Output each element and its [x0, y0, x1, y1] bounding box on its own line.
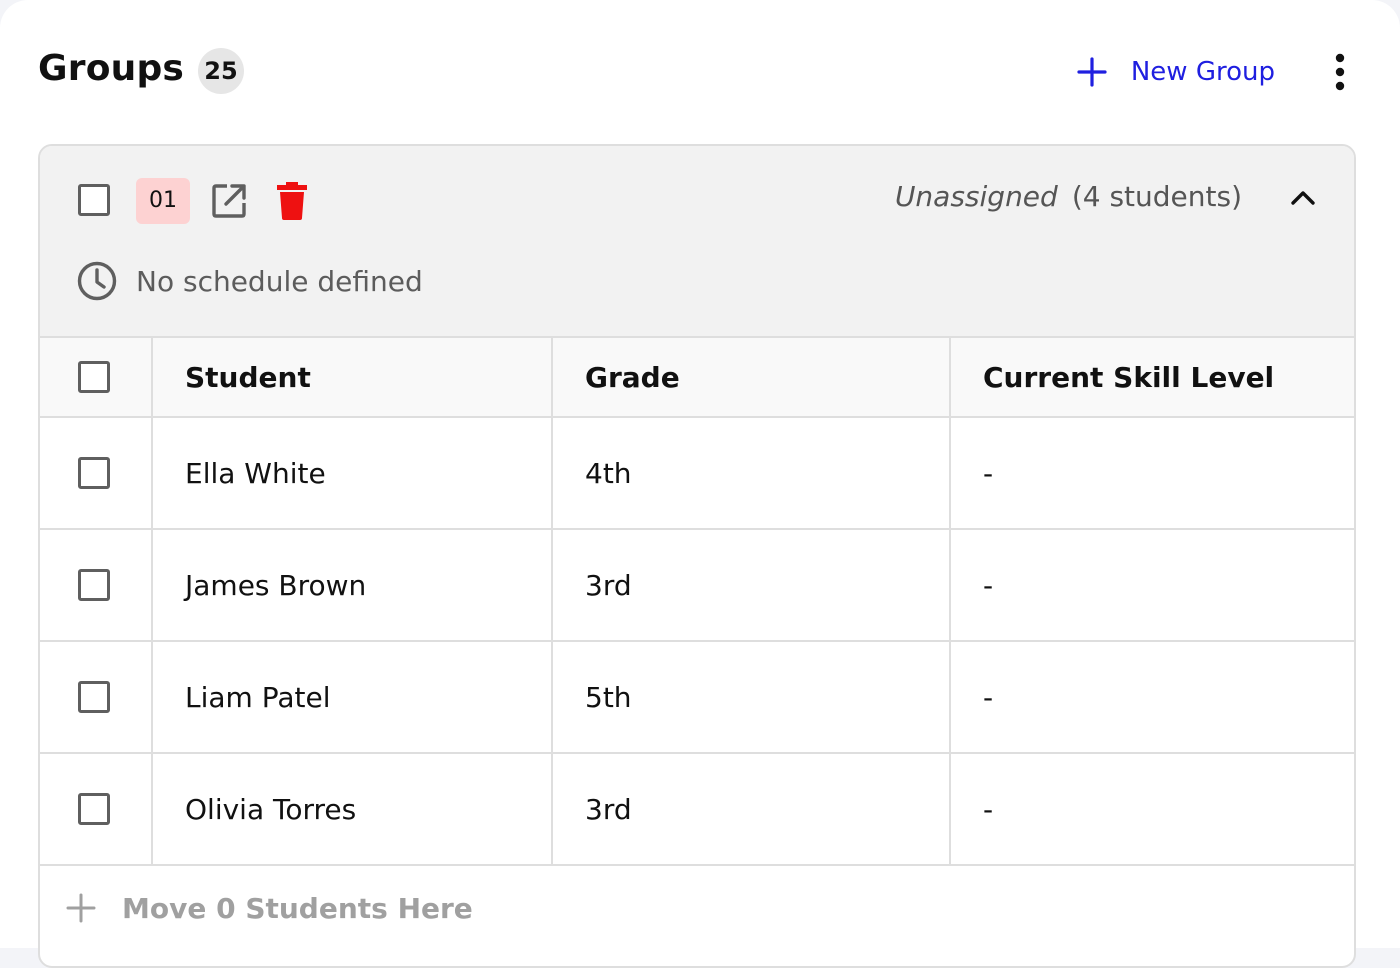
trash-icon[interactable]: [276, 182, 308, 220]
page-title: Groups: [38, 48, 185, 89]
select-all-checkbox[interactable]: [78, 361, 110, 393]
table-header-row: Student Grade Current Skill Level: [40, 336, 1354, 418]
chevron-up-icon[interactable]: [1290, 188, 1316, 206]
group-card: 01 Unassigned (4 students) No schedule d…: [38, 144, 1356, 968]
column-header-student[interactable]: Student: [152, 336, 553, 418]
plus-icon: [66, 893, 96, 923]
skill-level-cell: -: [950, 753, 1354, 866]
student-name-cell: Olivia Torres: [152, 753, 553, 866]
schedule-info: No schedule defined: [76, 260, 423, 302]
table-row[interactable]: Liam Patel 5th -: [40, 641, 1354, 754]
row-checkbox[interactable]: [78, 457, 110, 489]
students-table: Student Grade Current Skill Level Ella W…: [40, 336, 1354, 866]
plus-icon: [1077, 57, 1107, 87]
row-checkbox[interactable]: [78, 793, 110, 825]
grade-cell: 3rd: [552, 529, 951, 642]
table-row[interactable]: James Brown 3rd -: [40, 529, 1354, 642]
assignment-info: Unassigned (4 students): [895, 180, 1242, 213]
groups-header: Groups 25 New Group: [38, 46, 1352, 102]
external-link-icon[interactable]: [210, 182, 248, 220]
row-checkbox[interactable]: [78, 681, 110, 713]
group-number-badge: 01: [136, 178, 190, 224]
student-name-cell: Liam Patel: [152, 641, 553, 754]
student-name-cell: Ella White: [152, 417, 553, 530]
move-students-label: Move 0 Students Here: [122, 891, 473, 925]
assignment-status: Unassigned: [894, 180, 1058, 213]
column-header-grade[interactable]: Grade: [552, 336, 951, 418]
new-group-label: New Group: [1130, 57, 1275, 87]
student-count: (4 students): [1071, 180, 1242, 213]
schedule-text: No schedule defined: [136, 264, 423, 298]
skill-level-cell: -: [950, 417, 1354, 530]
grade-cell: 4th: [552, 417, 951, 530]
kebab-menu-icon[interactable]: [1328, 52, 1352, 92]
skill-level-cell: -: [950, 529, 1354, 642]
skill-level-cell: -: [950, 641, 1354, 754]
groups-panel: Groups 25 New Group 01 Unassigned (4 stu…: [0, 0, 1400, 968]
new-group-button[interactable]: New Group: [1077, 46, 1275, 98]
grade-cell: 5th: [552, 641, 951, 754]
table-row[interactable]: Olivia Torres 3rd -: [40, 753, 1354, 866]
grade-cell: 3rd: [552, 753, 951, 866]
select-all-cell: [40, 336, 153, 418]
row-checkbox[interactable]: [78, 569, 110, 601]
move-students-here-button[interactable]: Move 0 Students Here: [40, 866, 1354, 950]
column-header-skill-level[interactable]: Current Skill Level: [950, 336, 1354, 418]
group-card-header: 01 Unassigned (4 students) No schedule d…: [40, 146, 1354, 336]
student-name-cell: James Brown: [152, 529, 553, 642]
groups-count-badge: 25: [198, 48, 244, 94]
group-select-checkbox[interactable]: [78, 184, 110, 216]
table-row[interactable]: Ella White 4th -: [40, 417, 1354, 530]
clock-icon: [77, 261, 117, 301]
